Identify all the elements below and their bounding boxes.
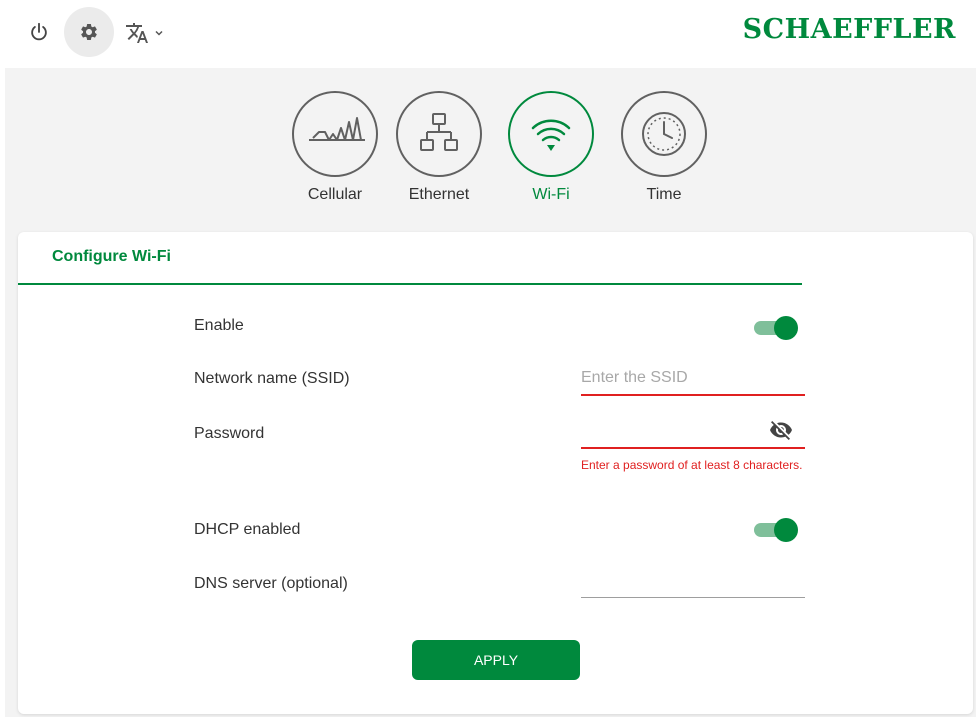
configure-wifi-card: Configure Wi-Fi Enable Network name (SSI… bbox=[18, 232, 973, 714]
step-wifi-label: Wi-Fi bbox=[532, 186, 570, 203]
password-error-message: Enter a password of at least 8 character… bbox=[581, 458, 803, 472]
password-input[interactable] bbox=[581, 416, 761, 446]
step-ethernet[interactable]: Ethernet bbox=[393, 88, 485, 204]
language-selector[interactable] bbox=[125, 19, 165, 47]
cellular-signal-icon bbox=[292, 91, 378, 177]
card-title: Configure Wi-Fi bbox=[52, 248, 171, 265]
dns-underline bbox=[581, 597, 805, 598]
step-time[interactable]: Time bbox=[618, 88, 710, 204]
wifi-icon bbox=[508, 91, 594, 177]
brand-logo: SCHAEFFLER bbox=[742, 14, 956, 45]
power-button[interactable] bbox=[26, 19, 52, 45]
dhcp-toggle[interactable] bbox=[754, 518, 798, 542]
eye-off-icon bbox=[770, 421, 792, 440]
dhcp-toggle-knob bbox=[774, 518, 798, 542]
ssid-input[interactable] bbox=[581, 363, 805, 393]
power-icon bbox=[31, 22, 47, 41]
dns-label: DNS server (optional) bbox=[194, 575, 348, 592]
password-underline bbox=[581, 447, 805, 449]
settings-button[interactable] bbox=[64, 7, 114, 57]
top-bar: SCHAEFFLER bbox=[0, 0, 976, 68]
title-divider bbox=[18, 283, 802, 285]
ssid-label: Network name (SSID) bbox=[194, 370, 350, 387]
step-cellular-label: Cellular bbox=[307, 186, 363, 203]
clock-icon bbox=[621, 91, 707, 177]
dns-input[interactable] bbox=[581, 566, 805, 596]
step-ethernet-label: Ethernet bbox=[408, 186, 470, 203]
toggle-password-visibility-button[interactable] bbox=[768, 417, 794, 443]
translate-icon bbox=[126, 23, 148, 43]
dhcp-label: DHCP enabled bbox=[194, 521, 301, 538]
password-label: Password bbox=[194, 425, 265, 442]
ssid-underline bbox=[581, 394, 805, 396]
step-time-label: Time bbox=[646, 186, 682, 203]
gear-icon bbox=[81, 23, 97, 40]
chevron-down-icon bbox=[155, 30, 163, 36]
enable-toggle-knob bbox=[774, 316, 798, 340]
enable-toggle[interactable] bbox=[754, 316, 798, 340]
ethernet-network-icon bbox=[396, 91, 482, 177]
step-cellular[interactable]: Cellular bbox=[289, 88, 381, 204]
step-wifi[interactable]: Wi-Fi bbox=[505, 88, 597, 204]
apply-button[interactable]: APPLY bbox=[412, 640, 580, 680]
enable-label: Enable bbox=[194, 317, 244, 334]
